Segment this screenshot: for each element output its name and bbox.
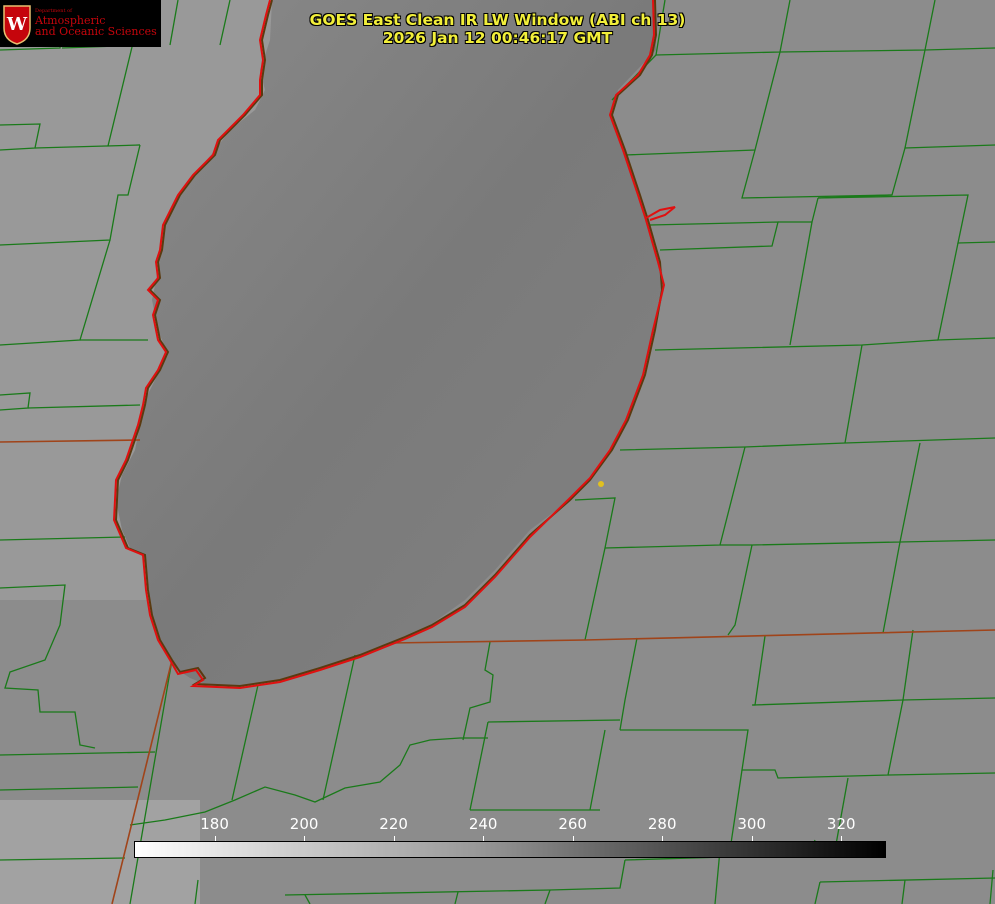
colorbar-tick-label: 220: [379, 815, 408, 833]
colorbar-tick-label: 180: [200, 815, 229, 833]
colorbar: [134, 841, 886, 858]
colorbar-tick-label: 300: [737, 815, 767, 833]
title-line1: GOES East Clean IR LW Window (ABI ch 13): [309, 11, 686, 29]
ir-imagery: [0, 0, 995, 904]
title-line2: 2026 Jan 12 00:46:17 GMT: [382, 29, 613, 47]
location-marker: [598, 481, 604, 487]
colorbar-tick-label: 260: [558, 815, 587, 833]
image-title: GOES East Clean IR LW Window (ABI ch 13)…: [0, 11, 995, 47]
colorbar-tick-label: 320: [826, 815, 856, 833]
colorbar-tick-label: 240: [468, 815, 498, 833]
colorbar-tick-label: 280: [647, 815, 677, 833]
colorbar-tick-label: 200: [289, 815, 319, 833]
satellite-map: W Department of Atmospheric and Oceanic …: [0, 0, 995, 904]
